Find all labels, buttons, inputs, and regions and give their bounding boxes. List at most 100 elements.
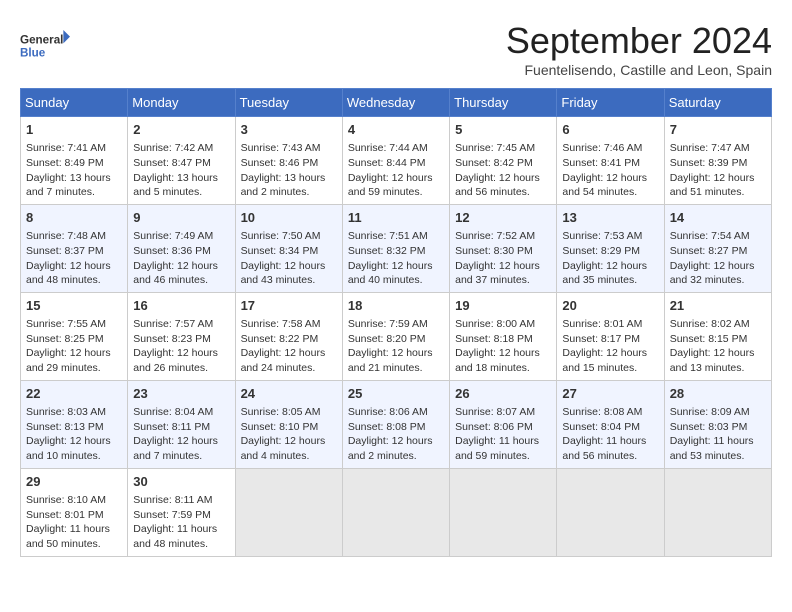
day-info: Daylight: 11 hours — [26, 522, 122, 537]
col-header-saturday: Saturday — [664, 89, 771, 117]
day-info: Sunset: 8:41 PM — [562, 156, 658, 171]
day-info: Sunrise: 7:52 AM — [455, 229, 551, 244]
calendar-cell: 24 Sunrise: 8:05 AMSunset: 8:10 PMDayligh… — [235, 380, 342, 468]
calendar-cell: 27Sunrise: 8:08 AMSunset: 8:04 PMDayligh… — [557, 380, 664, 468]
day-info: Daylight: 12 hours — [562, 346, 658, 361]
day-info: Daylight: 12 hours — [241, 346, 337, 361]
day-number: 20 — [562, 297, 658, 315]
day-number: 9 — [133, 209, 229, 227]
day-info: and 35 minutes. — [562, 273, 658, 288]
day-info: Sunrise: 8:01 AM — [562, 317, 658, 332]
calendar-cell: 4Sunrise: 7:44 AMSunset: 8:44 PMDaylight… — [342, 117, 449, 205]
day-info: Sunset: 8:10 PM — [241, 420, 337, 435]
col-header-tuesday: Tuesday — [235, 89, 342, 117]
day-info: Sunset: 8:32 PM — [348, 244, 444, 259]
day-info: Sunset: 8:11 PM — [133, 420, 229, 435]
calendar-cell: 15Sunrise: 7:55 AMSunset: 8:25 PMDayligh… — [21, 292, 128, 380]
day-info: Sunrise: 7:53 AM — [562, 229, 658, 244]
day-info: and 24 minutes. — [241, 361, 337, 376]
day-info: Sunrise: 7:41 AM — [26, 141, 122, 156]
week-row-3: 15Sunrise: 7:55 AMSunset: 8:25 PMDayligh… — [21, 292, 772, 380]
calendar-cell — [557, 468, 664, 556]
day-number: 11 — [348, 209, 444, 227]
day-info: Sunset: 8:39 PM — [670, 156, 766, 171]
calendar-cell: 28 Sunrise: 8:09 AMSunset: 8:03 PMDayligh… — [664, 380, 771, 468]
day-info: Sunrise: 7:48 AM — [26, 229, 122, 244]
day-info: Sunset: 8:46 PM — [241, 156, 337, 171]
day-info: Daylight: 11 hours — [133, 522, 229, 537]
day-number: 26 — [455, 385, 551, 403]
calendar-cell: 8Sunrise: 7:48 AMSunset: 8:37 PMDaylight… — [21, 204, 128, 292]
calendar-cell: 13Sunrise: 7:53 AMSunset: 8:29 PMDayligh… — [557, 204, 664, 292]
day-info: Sunrise: 7:50 AM — [241, 229, 337, 244]
day-number: 28 — [670, 385, 766, 403]
day-info: Sunrise: 7:51 AM — [348, 229, 444, 244]
day-info: Daylight: 12 hours — [133, 346, 229, 361]
day-info: Sunrise: 7:46 AM — [562, 141, 658, 156]
day-number: 4 — [348, 121, 444, 139]
day-info: Sunset: 8:04 PM — [562, 420, 658, 435]
day-info: Sunset: 8:25 PM — [26, 332, 122, 347]
day-info: Sunrise: 8:09 AM — [670, 405, 766, 420]
day-info: Daylight: 13 hours — [241, 171, 337, 186]
day-info: Daylight: 11 hours — [670, 434, 766, 449]
day-number: 5 — [455, 121, 551, 139]
calendar-cell — [450, 468, 557, 556]
calendar-cell: 23Sunrise: 8:04 AMSunset: 8:11 PMDayligh… — [128, 380, 235, 468]
day-info: Daylight: 12 hours — [26, 259, 122, 274]
day-info: Sunrise: 7:49 AM — [133, 229, 229, 244]
day-number: 25 — [348, 385, 444, 403]
calendar-cell: 1Sunrise: 7:41 AMSunset: 8:49 PMDaylight… — [21, 117, 128, 205]
day-info: Sunset: 8:20 PM — [348, 332, 444, 347]
week-row-2: 8Sunrise: 7:48 AMSunset: 8:37 PMDaylight… — [21, 204, 772, 292]
calendar-cell: 20 Sunrise: 8:01 AMSunset: 8:17 PMDayligh… — [557, 292, 664, 380]
day-info: Sunset: 8:49 PM — [26, 156, 122, 171]
day-info: Daylight: 12 hours — [26, 434, 122, 449]
day-info: Sunrise: 8:05 AM — [241, 405, 337, 420]
day-info: Daylight: 12 hours — [348, 346, 444, 361]
calendar-cell: 14Sunrise: 7:54 AMSunset: 8:27 PMDayligh… — [664, 204, 771, 292]
calendar-cell: 9Sunrise: 7:49 AMSunset: 8:36 PMDaylight… — [128, 204, 235, 292]
day-info: and 13 minutes. — [670, 361, 766, 376]
logo: General Blue — [20, 20, 70, 70]
week-row-5: 29Sunrise: 8:10 AMSunset: 8:01 PMDayligh… — [21, 468, 772, 556]
day-info: Sunrise: 8:06 AM — [348, 405, 444, 420]
day-info: Daylight: 12 hours — [455, 346, 551, 361]
day-info: Daylight: 12 hours — [241, 434, 337, 449]
day-info: Daylight: 12 hours — [241, 259, 337, 274]
day-info: Sunset: 8:30 PM — [455, 244, 551, 259]
day-info: and 32 minutes. — [670, 273, 766, 288]
day-info: Sunset: 8:06 PM — [455, 420, 551, 435]
day-info: Daylight: 12 hours — [133, 259, 229, 274]
calendar-cell: 19Sunrise: 8:00 AMSunset: 8:18 PMDayligh… — [450, 292, 557, 380]
day-number: 23 — [133, 385, 229, 403]
day-info: and 56 minutes. — [455, 185, 551, 200]
calendar-cell: 3Sunrise: 7:43 AMSunset: 8:46 PMDaylight… — [235, 117, 342, 205]
calendar-cell: 12Sunrise: 7:52 AMSunset: 8:30 PMDayligh… — [450, 204, 557, 292]
day-info: Daylight: 13 hours — [133, 171, 229, 186]
day-info: Sunrise: 8:02 AM — [670, 317, 766, 332]
day-info: Sunset: 8:03 PM — [670, 420, 766, 435]
day-number: 12 — [455, 209, 551, 227]
day-info: Daylight: 11 hours — [455, 434, 551, 449]
day-info: Sunset: 8:27 PM — [670, 244, 766, 259]
calendar-cell: 2Sunrise: 7:42 AMSunset: 8:47 PMDaylight… — [128, 117, 235, 205]
day-info: and 37 minutes. — [455, 273, 551, 288]
day-info: Daylight: 12 hours — [348, 259, 444, 274]
day-info: Sunrise: 7:59 AM — [348, 317, 444, 332]
day-number: 2 — [133, 121, 229, 139]
day-info: Sunset: 8:08 PM — [348, 420, 444, 435]
logo-svg: General Blue — [20, 20, 70, 70]
day-info: Sunrise: 7:45 AM — [455, 141, 551, 156]
day-info: and 7 minutes. — [133, 449, 229, 464]
day-number: 24 — [241, 385, 337, 403]
day-info: and 7 minutes. — [26, 185, 122, 200]
calendar-cell: 16Sunrise: 7:57 AMSunset: 8:23 PMDayligh… — [128, 292, 235, 380]
day-info: Sunset: 8:17 PM — [562, 332, 658, 347]
day-info: and 26 minutes. — [133, 361, 229, 376]
day-number: 8 — [26, 209, 122, 227]
day-info: and 59 minutes. — [455, 449, 551, 464]
day-info: and 21 minutes. — [348, 361, 444, 376]
calendar-cell: 11 Sunrise: 7:51 AMSunset: 8:32 PMDayligh… — [342, 204, 449, 292]
calendar-table: SundayMondayTuesdayWednesdayThursdayFrid… — [20, 88, 772, 557]
